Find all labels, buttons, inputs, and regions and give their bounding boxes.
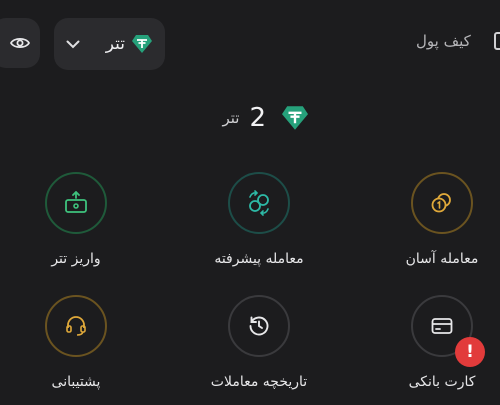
action-label: واریز تتر [51,251,101,267]
action-label: کارت بانکی [408,374,476,390]
action-label: معامله آسان [405,251,479,267]
bank-card-button[interactable]: ! کارت بانکی [372,295,500,405]
credit-card-icon [431,318,453,334]
alert-badge: ! [455,337,485,367]
action-label: پشتیبانی [51,374,101,390]
currency-label: تتر [105,34,125,54]
balance-amount: 2 [249,103,266,133]
action-label: معامله پیشرفته [214,251,304,267]
easy-trade-circle [411,172,473,234]
visibility-toggle-button[interactable] [0,18,40,68]
exchange-icon [249,190,269,216]
currency-selector[interactable]: تتر [54,18,165,70]
tether-icon [282,106,308,130]
bank-card-circle: ! [411,295,485,367]
deposit-icon [65,191,87,213]
support-button[interactable]: پشتیبانی [6,295,146,405]
easy-trade-button[interactable]: معامله آسان [372,172,500,282]
wallet-icon [494,32,500,50]
page-title: کیف پول [416,32,471,50]
support-circle [45,295,107,357]
trade-history-button[interactable]: تاریخچه معاملات [189,295,329,405]
advanced-trade-circle [228,172,290,234]
deposit-circle [45,172,107,234]
deposit-tether-button[interactable]: واریز تتر [6,172,146,282]
tether-icon [132,35,152,53]
headset-icon [66,316,86,336]
history-icon [249,316,269,336]
balance-display: تتر 2 [200,100,310,136]
trade-history-circle [228,295,290,357]
action-label: تاریخچه معاملات [210,374,308,390]
chevron-down-icon [66,40,80,48]
advanced-trade-button[interactable]: معامله پیشرفته [189,172,329,282]
coins-icon [431,193,451,213]
balance-unit: تتر [222,109,240,127]
eye-icon [10,37,30,49]
